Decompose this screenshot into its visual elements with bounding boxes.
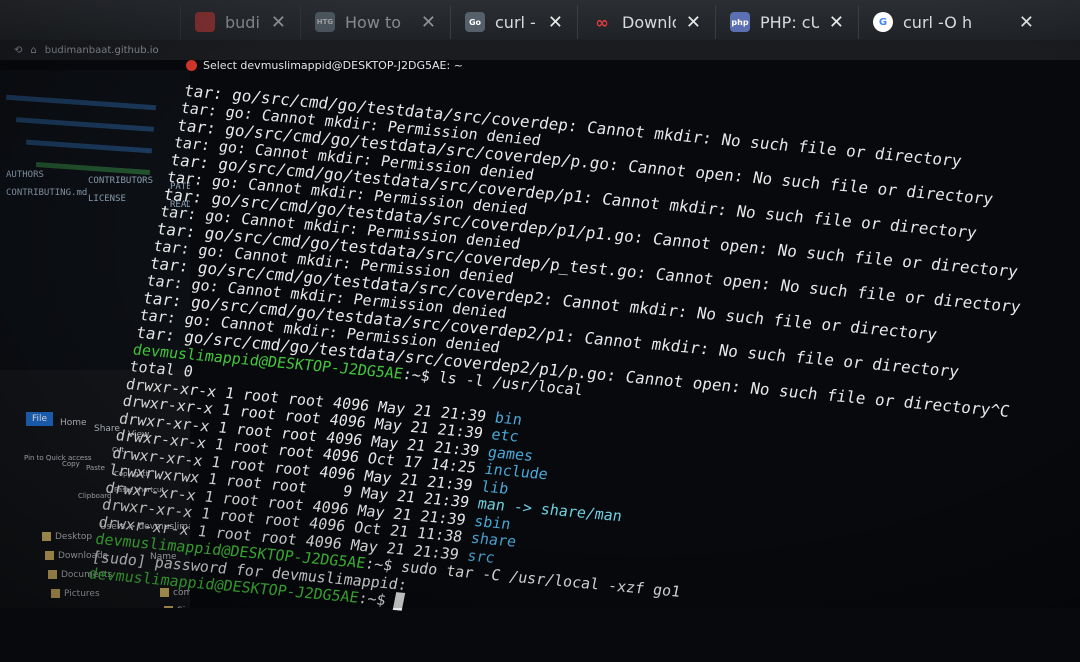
ribbon-action[interactable]: Paste	[86, 464, 105, 472]
close-icon[interactable]: ✕	[271, 12, 286, 33]
background-file-name: CONTRIBUTING.md	[6, 188, 88, 198]
close-icon[interactable]: ✕	[1019, 12, 1034, 33]
ribbon-tab[interactable]: File	[26, 412, 54, 426]
terminal-titlebar: Select devmuslimappid@DESKTOP-J2DG5AE: ~	[186, 56, 463, 74]
explorer-sidebar-item[interactable]: Pictures	[51, 589, 100, 599]
browser-tab[interactable]: Gcurl -O h ✕	[858, 5, 1048, 39]
folder-icon	[51, 589, 60, 598]
terminal-title: Select devmuslimappid@DESKTOP-J2DG5AE: ~	[203, 58, 463, 72]
folder-icon	[42, 532, 51, 541]
close-icon[interactable]: ✕	[829, 12, 844, 33]
address-bar[interactable]: ⟲ ⌂ budimanbaat.github.io	[0, 40, 1080, 60]
background-text-blur	[35, 162, 151, 175]
browser-tab[interactable]: ∞ Downlo ✕	[577, 5, 715, 39]
tab-label: How to	[345, 12, 402, 32]
background-text-blur	[6, 94, 156, 111]
browser-tab[interactable]: budima ✕	[180, 5, 300, 39]
close-icon[interactable]: ✕	[548, 12, 563, 33]
tab-label: PHP: cU	[760, 12, 819, 32]
prompt-path: :~$	[356, 588, 388, 610]
red-favicon-icon	[195, 12, 215, 32]
tab-label: Downlo	[622, 12, 676, 32]
google-favicon-icon: G	[873, 12, 893, 32]
browser-tab-bar: budima ✕ HTG How to ✕ Go curl - G ✕ ∞ Downlo ✕ php P…	[0, 0, 1080, 40]
browser-tab[interactable]: php PHP: cU ✕	[715, 5, 858, 39]
back-icon[interactable]: ⟲	[14, 45, 22, 56]
sidebar-item-label: Desktop	[55, 532, 93, 542]
php-favicon-icon: php	[730, 12, 750, 32]
home-icon[interactable]: ⌂	[30, 45, 36, 56]
background-text-blur	[15, 117, 155, 132]
infinity-favicon-icon: ∞	[595, 12, 609, 32]
tab-blank[interactable]	[0, 5, 180, 39]
close-icon[interactable]: ✕	[686, 12, 701, 33]
ribbon-tab[interactable]: Home	[60, 418, 87, 428]
url-text[interactable]: budimanbaat.github.io	[45, 45, 159, 56]
sidebar-item-label: Pictures	[64, 589, 100, 599]
terminal-output[interactable]: tar: go/src/cmd/go/testdata/src/coverdep…	[87, 81, 1059, 662]
prompt-path: :~$	[363, 554, 395, 575]
background-text-blur	[25, 139, 153, 154]
background-file-name: LICENSE	[88, 194, 126, 204]
tab-label: curl -O h	[903, 12, 973, 32]
folder-icon	[45, 551, 54, 560]
tab-label: curl - G	[495, 12, 538, 32]
close-icon[interactable]: ✕	[421, 12, 436, 33]
background-file-name: AUTHORS	[6, 170, 44, 180]
browser-tab[interactable]: HTG How to ✕	[300, 5, 450, 39]
explorer-sidebar-item[interactable]: Desktop	[42, 532, 92, 542]
ribbon-action[interactable]: Copy	[62, 460, 80, 468]
ribbon-action[interactable]: Pin to Quick access	[24, 454, 92, 462]
htg-favicon-icon: HTG	[315, 12, 335, 32]
go-favicon-icon: Go	[465, 12, 485, 32]
terminal-app-icon	[186, 59, 197, 71]
browser-tab[interactable]: Go curl - G ✕	[450, 5, 577, 39]
folder-icon	[48, 570, 57, 579]
prompt-path: :~$	[401, 364, 432, 385]
tab-label: budima	[225, 12, 261, 32]
background-file-name: CONTRIBUTORS	[88, 176, 154, 186]
